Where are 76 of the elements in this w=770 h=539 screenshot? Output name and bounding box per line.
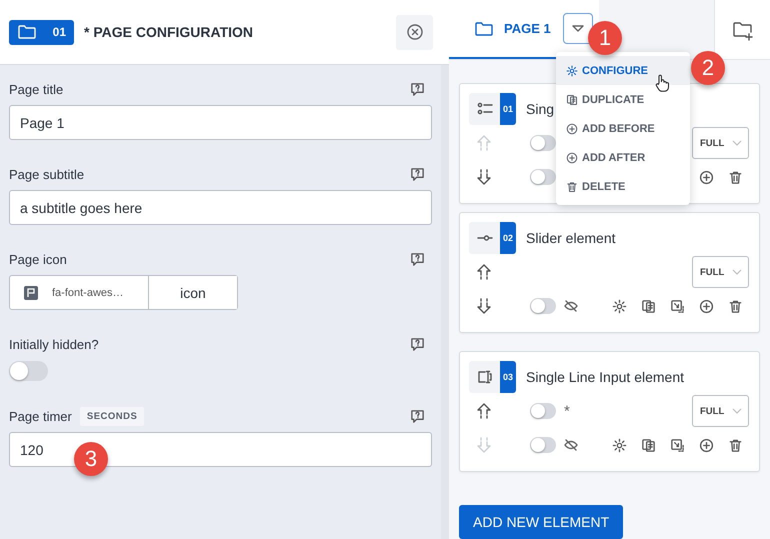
list-icon xyxy=(476,102,492,116)
badge-number: 01 xyxy=(52,25,66,39)
trash-icon[interactable] xyxy=(728,170,743,185)
duplicate-icon[interactable] xyxy=(641,438,656,453)
caret-icon xyxy=(570,24,585,34)
move-icon[interactable] xyxy=(670,438,685,453)
close-icon xyxy=(406,23,424,41)
width-select[interactable]: FULL xyxy=(692,256,749,288)
trash-icon[interactable] xyxy=(728,298,743,314)
element-title: Single Line Input element xyxy=(526,369,684,386)
add-icon[interactable] xyxy=(699,170,714,185)
icon-picker[interactable]: fa-font-awes… icon xyxy=(9,275,238,310)
icon-button[interactable]: icon xyxy=(148,276,237,309)
element-number: 01 xyxy=(500,93,516,126)
field-label: Page subtitle xyxy=(9,166,84,182)
unit-badge: SECONDS xyxy=(80,406,144,426)
arrow-up-icon[interactable] xyxy=(475,402,493,420)
element-number: 02 xyxy=(500,222,516,254)
page-tab[interactable]: PAGE 1 xyxy=(449,0,599,60)
help-icon[interactable] xyxy=(410,82,425,96)
field-label: Initially hidden? xyxy=(9,336,99,352)
toggle-switch[interactable] xyxy=(530,169,556,186)
move-icon[interactable] xyxy=(670,298,685,314)
arrow-down-icon[interactable] xyxy=(475,168,493,186)
flag-icon xyxy=(24,286,38,300)
toggle-switch[interactable] xyxy=(530,437,556,454)
hand-cursor-icon xyxy=(654,74,670,92)
panel-title: * PAGE CONFIGURATION xyxy=(84,24,254,40)
add-icon[interactable] xyxy=(699,438,714,453)
arrow-down-icon[interactable] xyxy=(475,297,493,316)
element-title: Sing xyxy=(526,101,554,118)
add-element-button[interactable]: ADD NEW ELEMENT xyxy=(459,505,624,539)
chevron-down-icon xyxy=(732,140,742,146)
trash-icon xyxy=(566,180,578,192)
width-select[interactable]: FULL xyxy=(692,395,749,428)
toggle-switch[interactable] xyxy=(9,361,48,381)
field-label: Page title xyxy=(9,82,64,96)
duplicate-icon xyxy=(566,94,578,106)
arrow-up-icon[interactable] xyxy=(475,263,493,282)
page-menu-button[interactable] xyxy=(562,13,593,44)
toggle-switch[interactable] xyxy=(530,403,556,420)
menu-item[interactable]: ADD BEFORE xyxy=(556,114,690,143)
icon-name: fa-font-awes… xyxy=(52,286,125,298)
slider-icon xyxy=(476,233,492,244)
trash-icon[interactable] xyxy=(728,438,743,453)
add-icon xyxy=(566,122,578,134)
toggle-switch[interactable] xyxy=(530,135,556,152)
menu-item[interactable]: ADD AFTER xyxy=(556,143,690,172)
text-input-icon xyxy=(476,370,492,384)
menu-item[interactable]: DELETE xyxy=(556,172,690,201)
add-icon xyxy=(566,152,578,164)
chevron-down-icon xyxy=(732,269,742,276)
duplicate-icon[interactable] xyxy=(641,298,656,314)
help-icon[interactable] xyxy=(410,252,425,266)
menu-item[interactable]: DUPLICATE xyxy=(556,85,690,114)
required-mark: * xyxy=(564,402,570,420)
element-title: Slider element xyxy=(526,230,616,246)
add-icon[interactable] xyxy=(699,298,714,314)
eye-slash-icon xyxy=(564,300,578,312)
gear-icon xyxy=(566,64,578,76)
element-number: 03 xyxy=(500,361,516,394)
gear-icon[interactable] xyxy=(612,298,627,314)
help-icon[interactable] xyxy=(410,408,425,424)
help-icon[interactable] xyxy=(410,166,425,182)
text-field[interactable]: Page 1 xyxy=(9,105,432,140)
menu-item[interactable]: CONFIGURE xyxy=(556,56,690,85)
field-label: Page icon xyxy=(9,252,67,266)
field-label: Page timer xyxy=(9,408,72,424)
text-field[interactable]: a subtitle goes here xyxy=(9,190,432,225)
help-icon[interactable] xyxy=(410,336,425,352)
toggle-switch[interactable] xyxy=(530,298,556,314)
gear-icon[interactable] xyxy=(612,438,627,453)
eye-slash-icon xyxy=(564,439,578,452)
chevron-down-icon xyxy=(732,408,742,414)
close-button[interactable] xyxy=(396,14,433,50)
width-select[interactable]: FULL xyxy=(692,127,749,160)
